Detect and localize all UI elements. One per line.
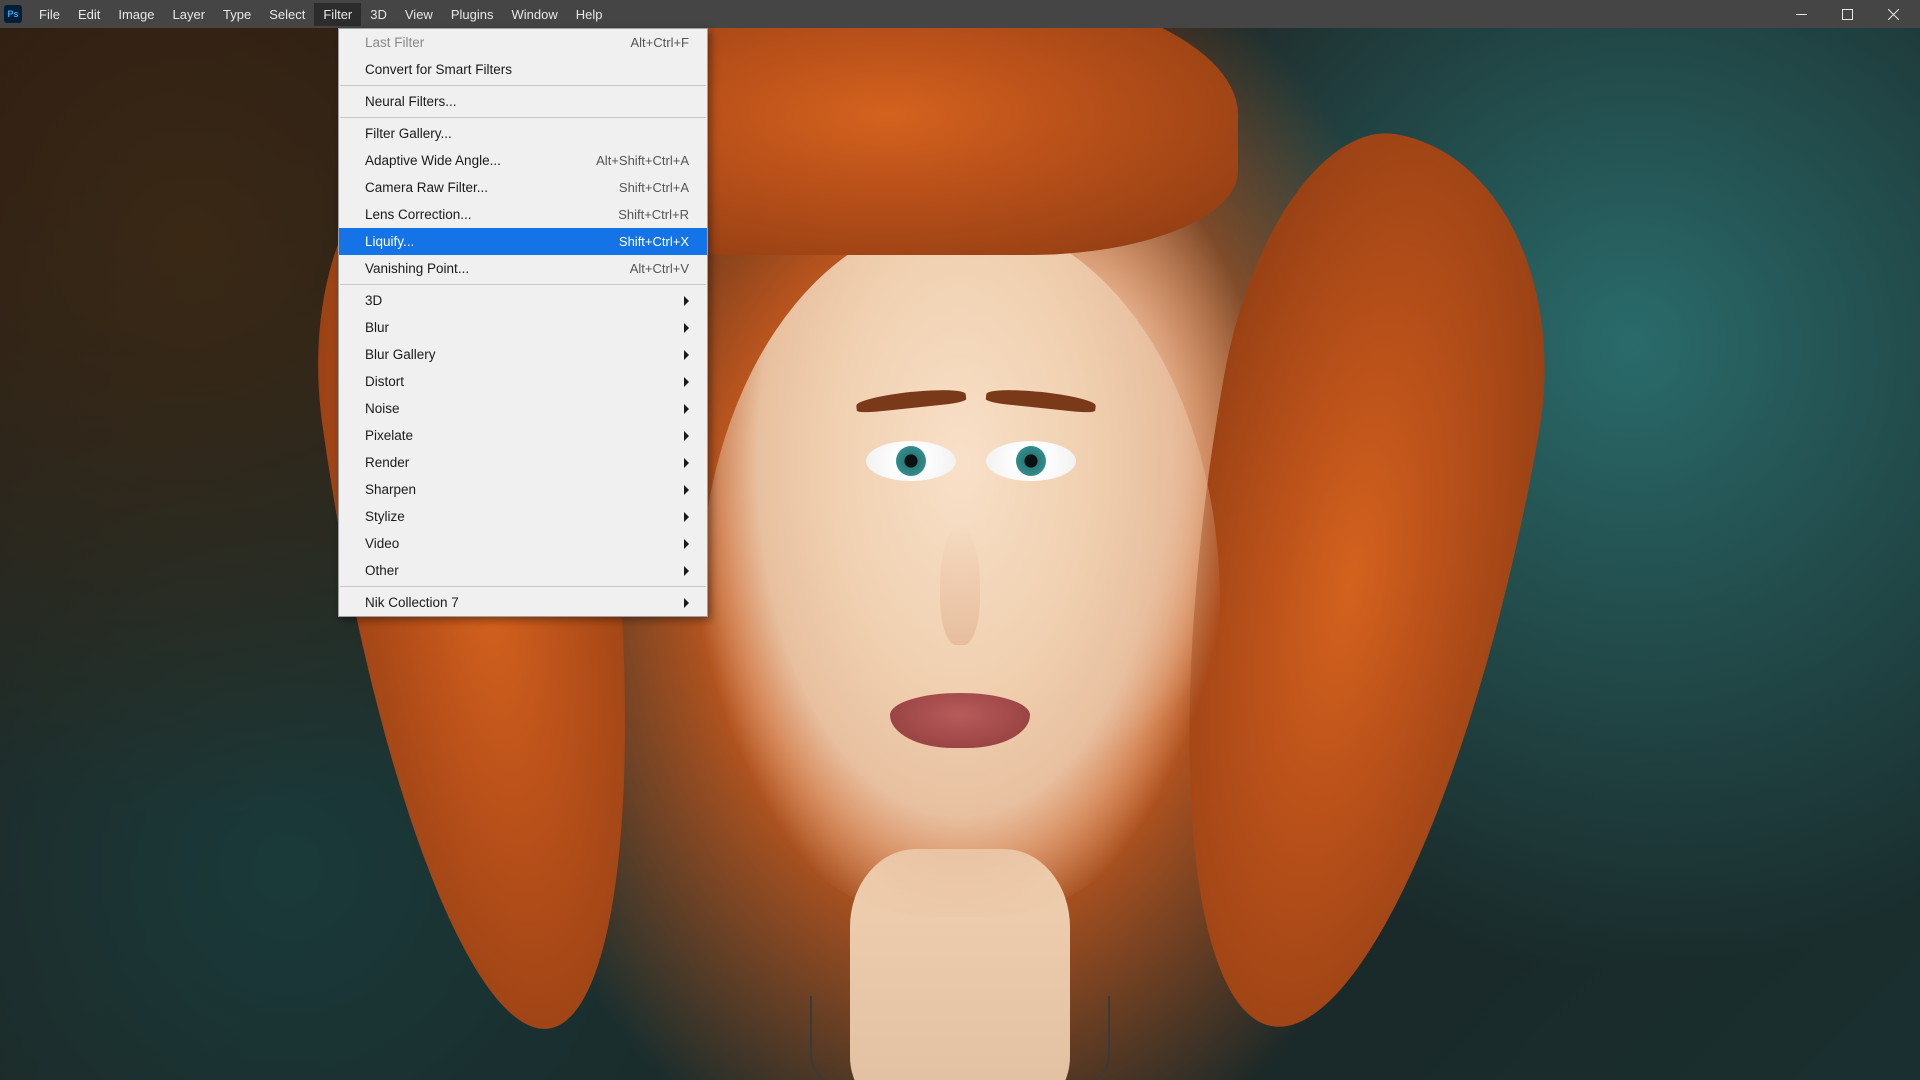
- filter-menu-item-neural-filters[interactable]: Neural Filters...: [339, 88, 707, 115]
- filter-menu-item-vanishing-point[interactable]: Vanishing Point... Alt+Ctrl+V: [339, 255, 707, 282]
- submenu-arrow-icon: [684, 404, 689, 414]
- menu-item-label: Filter Gallery...: [365, 126, 452, 141]
- minimize-button[interactable]: [1778, 0, 1824, 28]
- menu-separator: [340, 85, 706, 86]
- menu-item-shortcut: Shift+Ctrl+R: [618, 207, 689, 222]
- menu-item-label: Vanishing Point...: [365, 261, 469, 276]
- submenu-arrow-icon: [684, 458, 689, 468]
- filter-menu-item-pixelate[interactable]: Pixelate: [339, 422, 707, 449]
- menu-view[interactable]: View: [396, 3, 442, 26]
- menu-separator: [340, 586, 706, 587]
- menu-item-label: Render: [365, 455, 409, 470]
- app-icon-label: Ps: [7, 9, 18, 19]
- menu-item-label: Adaptive Wide Angle...: [365, 153, 501, 168]
- close-button[interactable]: [1870, 0, 1916, 28]
- filter-menu-item-last-filter: Last Filter Alt+Ctrl+F: [339, 29, 707, 56]
- menu-plugins[interactable]: Plugins: [442, 3, 503, 26]
- menu-item-shortcut: Alt+Shift+Ctrl+A: [596, 153, 689, 168]
- submenu-arrow-icon: [684, 598, 689, 608]
- menu-file[interactable]: File: [30, 3, 69, 26]
- menu-item-label: Nik Collection 7: [365, 595, 459, 610]
- menu-item-label: Liquify...: [365, 234, 414, 249]
- filter-menu-item-filter-gallery[interactable]: Filter Gallery...: [339, 120, 707, 147]
- menu-item-shortcut: Shift+Ctrl+X: [619, 234, 689, 249]
- filter-menu-item-blur[interactable]: Blur: [339, 314, 707, 341]
- menu-filter[interactable]: Filter: [314, 3, 361, 26]
- filter-menu-item-distort[interactable]: Distort: [339, 368, 707, 395]
- document-canvas[interactable]: [0, 28, 1920, 1080]
- menu-window[interactable]: Window: [502, 3, 566, 26]
- menu-item-label: Noise: [365, 401, 400, 416]
- menu-type[interactable]: Type: [214, 3, 260, 26]
- filter-menu-item-noise[interactable]: Noise: [339, 395, 707, 422]
- menu-item-label: Last Filter: [365, 35, 424, 50]
- menu-item-label: Sharpen: [365, 482, 416, 497]
- menubar: Ps FileEditImageLayerTypeSelectFilter3DV…: [0, 0, 1920, 28]
- filter-menu-item-sharpen[interactable]: Sharpen: [339, 476, 707, 503]
- filter-menu-item-nik-collection-7[interactable]: Nik Collection 7: [339, 589, 707, 616]
- menu-item-label: Video: [365, 536, 399, 551]
- submenu-arrow-icon: [684, 377, 689, 387]
- menu-image[interactable]: Image: [109, 3, 163, 26]
- submenu-arrow-icon: [684, 485, 689, 495]
- maximize-button[interactable]: [1824, 0, 1870, 28]
- menu-help[interactable]: Help: [567, 3, 612, 26]
- filter-menu-item-liquify[interactable]: Liquify... Shift+Ctrl+X: [339, 228, 707, 255]
- submenu-arrow-icon: [684, 323, 689, 333]
- filter-menu-item-convert-for-smart-filters[interactable]: Convert for Smart Filters: [339, 56, 707, 83]
- submenu-arrow-icon: [684, 296, 689, 306]
- menu-item-label: Blur Gallery: [365, 347, 436, 362]
- menu-item-shortcut: Shift+Ctrl+A: [619, 180, 689, 195]
- submenu-arrow-icon: [684, 566, 689, 576]
- filter-menu-item-other[interactable]: Other: [339, 557, 707, 584]
- menu-item-label: Other: [365, 563, 399, 578]
- filter-menu-item-3d[interactable]: 3D: [339, 287, 707, 314]
- menu-select[interactable]: Select: [260, 3, 314, 26]
- filter-menu-item-lens-correction[interactable]: Lens Correction... Shift+Ctrl+R: [339, 201, 707, 228]
- menu-item-label: Camera Raw Filter...: [365, 180, 488, 195]
- menu-item-label: Pixelate: [365, 428, 413, 443]
- menu-item-label: Blur: [365, 320, 389, 335]
- close-icon: [1888, 9, 1899, 20]
- filter-menu-item-blur-gallery[interactable]: Blur Gallery: [339, 341, 707, 368]
- menu-item-label: Stylize: [365, 509, 405, 524]
- window-controls: [1778, 0, 1916, 28]
- menu-item-label: Lens Correction...: [365, 207, 472, 222]
- portrait-image: [0, 28, 1920, 1080]
- menu-edit[interactable]: Edit: [69, 3, 109, 26]
- menu-layer[interactable]: Layer: [164, 3, 215, 26]
- menu-separator: [340, 117, 706, 118]
- filter-menu-item-render[interactable]: Render: [339, 449, 707, 476]
- menu-item-label: Convert for Smart Filters: [365, 62, 512, 77]
- menu-separator: [340, 284, 706, 285]
- submenu-arrow-icon: [684, 350, 689, 360]
- menu-3d[interactable]: 3D: [361, 3, 396, 26]
- filter-menu-item-adaptive-wide-angle[interactable]: Adaptive Wide Angle... Alt+Shift+Ctrl+A: [339, 147, 707, 174]
- minimize-icon: [1796, 9, 1807, 20]
- maximize-icon: [1842, 9, 1853, 20]
- filter-menu-item-stylize[interactable]: Stylize: [339, 503, 707, 530]
- menu-item-shortcut: Alt+Ctrl+F: [630, 35, 689, 50]
- menu-item-label: 3D: [365, 293, 382, 308]
- submenu-arrow-icon: [684, 512, 689, 522]
- filter-menu-item-video[interactable]: Video: [339, 530, 707, 557]
- app-icon: Ps: [4, 5, 22, 23]
- submenu-arrow-icon: [684, 431, 689, 441]
- menu-item-label: Distort: [365, 374, 404, 389]
- menu-item-shortcut: Alt+Ctrl+V: [630, 261, 689, 276]
- submenu-arrow-icon: [684, 539, 689, 549]
- filter-menu-item-camera-raw-filter[interactable]: Camera Raw Filter... Shift+Ctrl+A: [339, 174, 707, 201]
- menu-item-label: Neural Filters...: [365, 94, 457, 109]
- filter-menu-dropdown: Last Filter Alt+Ctrl+F Convert for Smart F…: [338, 28, 708, 617]
